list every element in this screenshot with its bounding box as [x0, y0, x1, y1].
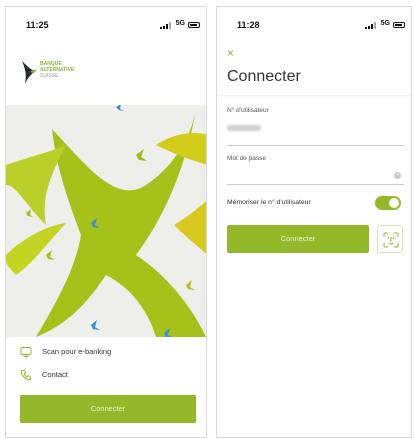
remember-toggle[interactable]	[375, 196, 401, 210]
status-bar: 11:28 5G	[217, 7, 411, 39]
password-underline	[227, 184, 404, 185]
hero-illustration	[6, 105, 206, 337]
password-label: Mot de passe	[227, 155, 267, 162]
obscured-username	[227, 125, 261, 131]
monitor-icon	[20, 347, 32, 357]
connect-button[interactable]: Connecter	[20, 395, 196, 423]
menu-item-scan[interactable]: Scan pour e-banking	[20, 343, 200, 363]
status-time: 11:25	[26, 20, 49, 30]
logo-line-3: SUISSE	[40, 73, 59, 79]
face-id-icon	[383, 232, 399, 248]
battery-icon	[188, 22, 200, 28]
battery-icon	[393, 22, 405, 28]
menu-item-contact[interactable]: Contact	[20, 366, 200, 386]
signal-icon	[365, 22, 379, 29]
clear-icon[interactable]: ×	[394, 172, 401, 179]
signal-icon	[160, 22, 174, 29]
bank-logo: BANQUE ALTERNATIVE SUISSE	[20, 59, 140, 89]
phone-icon	[20, 370, 31, 381]
close-icon[interactable]: ×	[227, 47, 234, 59]
status-bar: 11:25 5G	[6, 7, 206, 39]
password-input[interactable]	[227, 171, 387, 181]
username-input[interactable]	[227, 125, 261, 131]
remember-label: Mémoriser le n° d'utilisateur	[227, 199, 311, 206]
username-label: N° d'utilisateur	[227, 107, 269, 114]
status-time: 11:28	[237, 20, 260, 30]
logo-text: BANQUE ALTERNATIVE SUISSE	[40, 61, 74, 79]
swallow-logo-icon	[22, 61, 37, 84]
swallows-illustration	[6, 105, 206, 337]
username-underline	[227, 145, 404, 146]
network-label: 5G	[175, 20, 185, 27]
title-divider	[217, 95, 411, 98]
page-title: Connecter	[227, 68, 301, 85]
login-screen: 11:28 5G × Connecter N° d'utilisateur Mo…	[216, 6, 412, 438]
connect-button[interactable]: Connecter	[227, 225, 369, 253]
menu-item-contact-label: Contact	[42, 370, 68, 379]
welcome-screen: 11:25 5G BANQUE ALTERNATIVE SUISSE Scan …	[5, 6, 207, 438]
menu-item-scan-label: Scan pour e-banking	[42, 347, 112, 356]
network-label: 5G	[380, 20, 390, 27]
face-id-button[interactable]	[377, 225, 403, 253]
